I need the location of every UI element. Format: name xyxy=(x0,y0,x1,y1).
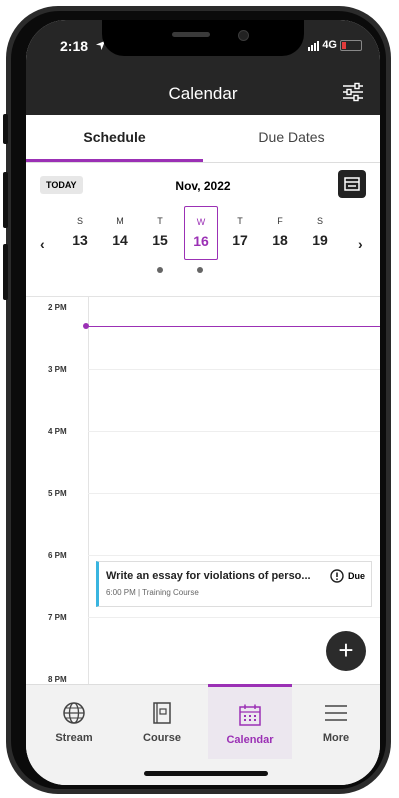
speaker xyxy=(172,32,210,37)
menu-icon xyxy=(325,705,347,721)
status-time: 2:18 xyxy=(60,38,106,54)
day-number: 17 xyxy=(232,232,248,248)
hour-label: 8 PM xyxy=(48,675,67,684)
calendar-icon xyxy=(239,704,261,726)
nav-stream[interactable]: Stream xyxy=(32,685,116,757)
network-label: 4G xyxy=(322,39,337,51)
event-card[interactable]: Write an essay for violations of perso..… xyxy=(96,561,372,607)
signal-icon xyxy=(308,40,320,51)
event-dot-15 xyxy=(157,267,163,273)
day-number: 13 xyxy=(72,232,88,248)
day-16-selected[interactable]: W 16 xyxy=(184,206,218,260)
current-time-line xyxy=(86,326,380,327)
day-letter: F xyxy=(277,216,283,226)
day-letter: T xyxy=(157,216,163,226)
volume-down-button xyxy=(3,244,8,300)
event-title: Write an essay for violations of perso..… xyxy=(106,570,311,582)
screen: 2:18 4G Calendar Schedule Due Dates TODA… xyxy=(26,20,380,785)
month-label: Nov, 2022 xyxy=(175,179,231,193)
camera xyxy=(238,30,249,41)
day-letter: M xyxy=(116,216,124,226)
home-indicator[interactable] xyxy=(144,771,268,776)
day-letter: W xyxy=(196,217,206,227)
filter-settings-icon[interactable] xyxy=(342,82,364,102)
mute-switch xyxy=(3,114,8,144)
day-number: 16 xyxy=(193,233,209,249)
volume-up-button xyxy=(3,172,8,228)
hour-label: 6 PM xyxy=(48,551,67,560)
add-event-button[interactable]: + xyxy=(326,631,366,671)
day-timeline[interactable]: 2 PM 3 PM 4 PM 5 PM 6 PM 7 PM 8 PM Write… xyxy=(26,296,380,685)
notch xyxy=(102,20,304,56)
day-14[interactable]: M 14 xyxy=(104,206,136,276)
tab-bar: Schedule Due Dates xyxy=(26,115,380,163)
hour-label: 5 PM xyxy=(48,489,67,498)
day-letter: S xyxy=(316,216,323,226)
bottom-nav: Stream Course Calendar More xyxy=(26,684,380,785)
time-gutter-divider xyxy=(88,297,89,685)
next-week-arrow[interactable]: › xyxy=(358,236,363,252)
nav-course[interactable]: Course xyxy=(120,685,204,757)
nav-label: Calendar xyxy=(226,734,274,746)
calendar-view-icon xyxy=(344,177,360,191)
previous-week-arrow[interactable]: ‹ xyxy=(40,236,45,252)
due-label: Due xyxy=(347,571,365,581)
app-header: 2:18 4G Calendar xyxy=(26,20,380,115)
day-18[interactable]: F 18 xyxy=(264,206,296,276)
book-icon xyxy=(153,702,171,724)
status-indicators: 4G xyxy=(308,39,362,51)
month-view-button[interactable] xyxy=(338,170,366,198)
day-17[interactable]: T 17 xyxy=(224,206,256,276)
hour-line xyxy=(88,493,380,494)
hour-line xyxy=(88,431,380,432)
nav-label: Stream xyxy=(55,732,93,744)
tab-schedule[interactable]: Schedule xyxy=(26,115,203,162)
day-number: 18 xyxy=(272,232,288,248)
status-time-text: 2:18 xyxy=(60,38,89,54)
hour-label: 7 PM xyxy=(48,613,67,622)
event-subtitle: 6:00 PM | Training Course xyxy=(106,588,199,597)
day-letter: S xyxy=(76,216,83,226)
due-badge: Due xyxy=(330,569,365,583)
day-number: 19 xyxy=(312,232,328,248)
event-dot-16 xyxy=(197,267,203,273)
nav-label: Course xyxy=(143,732,181,744)
nav-calendar[interactable]: Calendar xyxy=(208,684,292,759)
hour-line xyxy=(88,369,380,370)
hour-label: 2 PM xyxy=(48,303,67,312)
week-strip: ‹ S 13 M 14 T 15 W 16 T 17 F 18 S 19 › xyxy=(26,206,380,286)
day-13[interactable]: S 13 xyxy=(64,206,96,276)
battery-icon xyxy=(340,39,362,51)
hour-line xyxy=(88,617,380,618)
date-bar: TODAY Nov, 2022 xyxy=(26,170,380,200)
day-15[interactable]: T 15 xyxy=(144,206,176,276)
day-19[interactable]: S 19 xyxy=(304,206,336,276)
nav-label: More xyxy=(322,732,350,744)
globe-icon xyxy=(63,702,85,724)
hour-label: 3 PM xyxy=(48,365,67,374)
nav-more[interactable]: More xyxy=(294,685,378,757)
page-title: Calendar xyxy=(168,84,238,103)
hour-label: 4 PM xyxy=(48,427,67,436)
tab-due-dates[interactable]: Due Dates xyxy=(203,115,380,162)
day-number: 14 xyxy=(112,232,128,248)
hour-line xyxy=(88,555,380,556)
alert-circle-icon xyxy=(330,569,344,583)
day-letter: T xyxy=(237,216,243,226)
day-number: 15 xyxy=(152,232,168,248)
